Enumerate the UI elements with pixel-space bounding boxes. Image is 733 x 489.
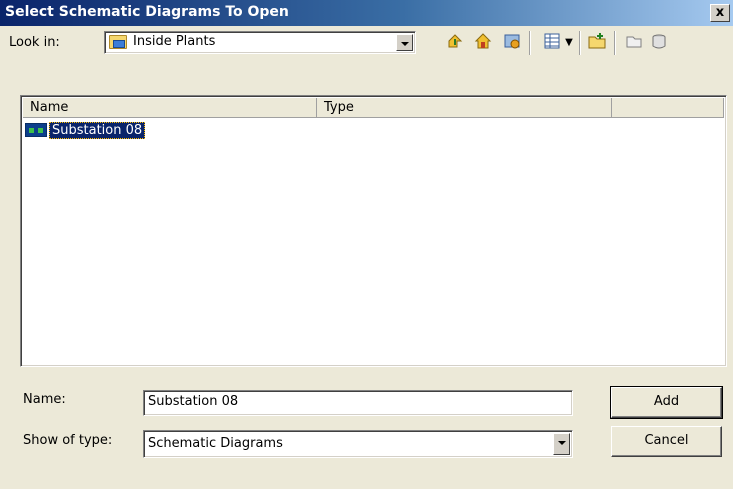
file-type-dropdown[interactable]: Schematic Diagrams bbox=[143, 430, 573, 458]
name-label: Name: bbox=[23, 392, 66, 407]
title-bar[interactable]: Select Schematic Diagrams To Open x bbox=[0, 0, 733, 26]
close-icon: x bbox=[715, 5, 725, 20]
list-item[interactable]: Substation 08 bbox=[25, 120, 146, 140]
dialog-title: Select Schematic Diagrams To Open bbox=[5, 4, 289, 20]
chevron-down-icon[interactable] bbox=[553, 433, 570, 455]
toolbar-separator bbox=[579, 31, 581, 55]
recent-icon[interactable] bbox=[500, 31, 524, 55]
home-icon[interactable] bbox=[471, 31, 495, 55]
file-open-dialog: Select Schematic Diagrams To Open x Look… bbox=[0, 0, 733, 489]
new-folder-icon[interactable] bbox=[585, 31, 609, 55]
file-list[interactable]: Name Type Substation 08 bbox=[20, 95, 727, 367]
view-menu-icon[interactable] bbox=[540, 31, 564, 55]
schematic-file-icon bbox=[25, 123, 47, 137]
cancel-button[interactable]: Cancel bbox=[611, 426, 722, 457]
folder-icon bbox=[109, 35, 127, 49]
add-button[interactable]: Add bbox=[610, 386, 723, 419]
delete-icon[interactable] bbox=[647, 31, 671, 55]
look-in-value: Inside Plants bbox=[133, 34, 216, 49]
new-item-icon[interactable] bbox=[622, 31, 646, 55]
toolbar-separator bbox=[529, 31, 531, 55]
close-button[interactable]: x bbox=[710, 4, 730, 22]
view-dropdown-icon[interactable]: ▼ bbox=[562, 31, 576, 55]
look-in-label: Look in: bbox=[9, 35, 60, 50]
look-in-dropdown[interactable]: Inside Plants bbox=[104, 31, 416, 54]
file-type-value: Schematic Diagrams bbox=[148, 436, 283, 451]
column-header-name[interactable]: Name bbox=[23, 98, 317, 118]
list-item-name[interactable]: Substation 08 bbox=[49, 121, 146, 139]
type-label: Show of type: bbox=[23, 433, 113, 448]
chevron-down-icon[interactable] bbox=[396, 34, 413, 51]
toolbar-separator bbox=[614, 31, 616, 55]
name-input[interactable]: Substation 08 bbox=[143, 390, 573, 416]
up-folder-icon[interactable] bbox=[443, 31, 467, 55]
column-header-empty[interactable] bbox=[612, 98, 724, 118]
column-header-type[interactable]: Type bbox=[317, 98, 612, 118]
